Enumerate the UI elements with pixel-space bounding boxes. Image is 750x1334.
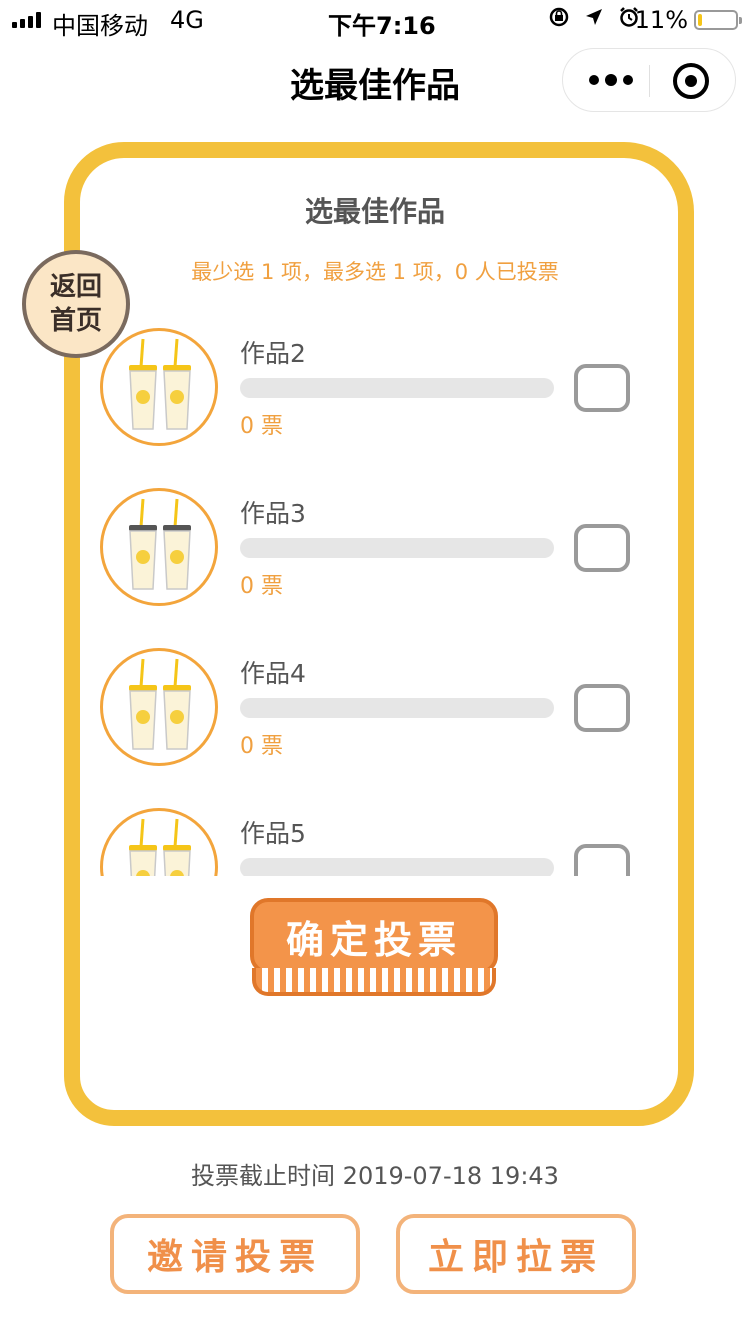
capsule-divider bbox=[649, 65, 650, 97]
status-time: 下午7:16 bbox=[328, 12, 436, 40]
select-checkbox[interactable] bbox=[574, 524, 630, 572]
invite-vote-button[interactable]: 邀请投票 bbox=[110, 1214, 360, 1294]
network-label: 4G bbox=[170, 6, 204, 34]
vote-progress-bar bbox=[240, 378, 554, 398]
cup-thumbnail[interactable] bbox=[100, 808, 218, 876]
canvass-vote-button[interactable]: 立即拉票 bbox=[396, 1214, 636, 1294]
battery-icon bbox=[694, 10, 742, 30]
confirm-vote-button[interactable]: 确定投票 bbox=[250, 898, 498, 998]
home-button-line2: 首页 bbox=[49, 306, 102, 336]
carrier-label: 中国移动 bbox=[52, 12, 148, 40]
cup-thumbnail[interactable] bbox=[100, 328, 218, 446]
vote-count: 0 票 bbox=[240, 414, 283, 439]
item-name: 作品2 bbox=[240, 339, 306, 368]
list-item: 作品2 0 票 bbox=[96, 322, 656, 482]
cup-thumbnail[interactable] bbox=[100, 488, 218, 606]
button-stripe-base bbox=[252, 968, 496, 996]
candidate-list[interactable]: 作品2 0 票 作品3 0 票 作品4 0 票 作品5 0 票 bbox=[96, 322, 656, 876]
item-name: 作品4 bbox=[240, 659, 306, 688]
select-checkbox[interactable] bbox=[574, 844, 630, 876]
status-icons bbox=[548, 6, 640, 28]
cup-illustration bbox=[129, 658, 191, 750]
more-dots-icon[interactable] bbox=[589, 74, 633, 86]
list-item: 作品4 0 票 bbox=[96, 642, 656, 802]
signal-icon bbox=[12, 12, 41, 28]
cup-illustration bbox=[129, 498, 191, 590]
confirm-vote-label: 确定投票 bbox=[250, 898, 498, 974]
vote-count: 0 票 bbox=[240, 734, 283, 759]
vote-count: 0 票 bbox=[240, 574, 283, 599]
select-checkbox[interactable] bbox=[574, 684, 630, 732]
vote-progress-bar bbox=[240, 538, 554, 558]
vote-progress-bar bbox=[240, 698, 554, 718]
home-button-line1: 返回 bbox=[49, 272, 102, 302]
target-close-icon[interactable] bbox=[673, 63, 709, 99]
orientation-lock-icon bbox=[549, 7, 569, 27]
vote-deadline: 投票截止时间 2019-07-18 19:43 bbox=[191, 1162, 559, 1190]
card-title: 选最佳作品 bbox=[304, 195, 445, 228]
list-item: 作品3 0 票 bbox=[96, 482, 656, 642]
select-checkbox[interactable] bbox=[574, 364, 630, 412]
battery-percent: 11% bbox=[634, 6, 688, 34]
item-name: 作品3 bbox=[240, 499, 306, 528]
status-bar: 中国移动 4G 下午7:16 11% bbox=[0, 0, 750, 40]
location-arrow-icon bbox=[586, 9, 602, 25]
cup-illustration bbox=[129, 338, 191, 430]
mini-program-capsule[interactable] bbox=[562, 48, 736, 112]
cup-thumbnail[interactable] bbox=[100, 648, 218, 766]
vote-progress-bar bbox=[240, 858, 554, 876]
item-name: 作品5 bbox=[240, 819, 306, 848]
list-item: 作品5 0 票 bbox=[96, 802, 656, 876]
cup-illustration bbox=[129, 818, 191, 876]
